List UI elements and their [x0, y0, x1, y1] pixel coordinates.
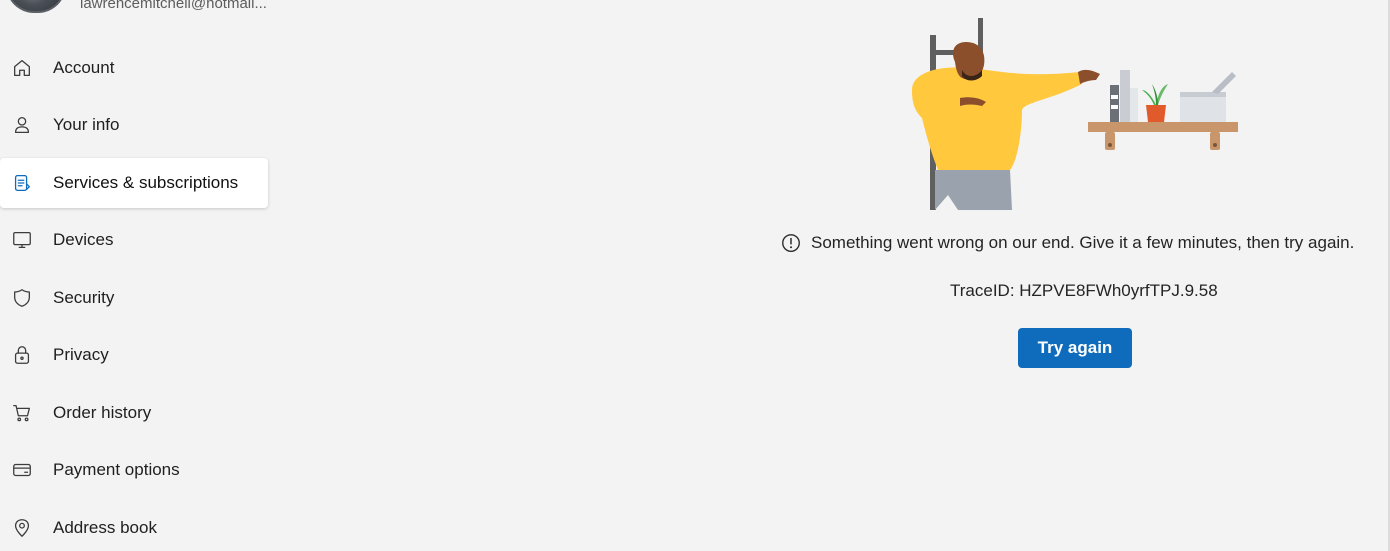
sidebar-item-label: Account: [53, 58, 115, 77]
lock-icon: [10, 343, 34, 367]
sidebar-item-label: Services & subscriptions: [53, 173, 239, 192]
sidebar-item-your-info[interactable]: Your info: [0, 100, 268, 150]
sidebar-item-label: Payment options: [53, 460, 180, 479]
person-illustration: [912, 42, 1100, 210]
avatar[interactable]: [6, 0, 66, 13]
try-again-button[interactable]: Try again: [1018, 328, 1132, 368]
warning-circle-icon: [782, 234, 800, 252]
subscriptions-icon: [10, 171, 34, 195]
main-content: Something went wrong on our end. Give it…: [760, 0, 1390, 551]
sidebar-item-privacy[interactable]: Privacy: [0, 330, 268, 380]
user-header[interactable]: lawrencemitchell@hotmail...: [6, 0, 267, 13]
page: lawrencemitchell@hotmail... Account Your…: [0, 0, 1390, 551]
error-illustration: [912, 18, 1238, 210]
shield-icon: [10, 286, 34, 310]
sidebar-item-order-history[interactable]: Order history: [0, 388, 268, 438]
error-message-row: Something went wrong on our end. Give it…: [780, 232, 1354, 254]
sidebar-item-label: Your info: [53, 115, 120, 134]
sidebar-item-label: Privacy: [53, 345, 109, 364]
home-icon: [10, 56, 34, 80]
cart-icon: [10, 401, 34, 425]
sidebar-item-security[interactable]: Security: [0, 273, 268, 323]
error-message: Something went wrong on our end. Give it…: [811, 233, 1355, 252]
card-icon: [10, 458, 34, 482]
sidebar-item-label: Security: [53, 288, 115, 307]
sidebar-item-address-book[interactable]: Address book: [0, 503, 268, 551]
sidebar-item-devices[interactable]: Devices: [0, 215, 268, 265]
sidebar-item-label: Order history: [53, 403, 152, 422]
shelf-illustration: [1088, 70, 1238, 150]
sidebar-item-services-subscriptions[interactable]: Services & subscriptions: [0, 158, 268, 208]
sidebar-item-payment-options[interactable]: Payment options: [0, 445, 268, 495]
sidebar-item-label: Address book: [53, 518, 157, 537]
sidebar: lawrencemitchell@hotmail... Account Your…: [0, 0, 270, 551]
sidebar-item-label: Devices: [53, 230, 114, 249]
user-email: lawrencemitchell@hotmail...: [80, 0, 267, 12]
person-icon: [10, 113, 34, 137]
location-pin-icon: [10, 516, 34, 540]
monitor-icon: [10, 228, 34, 252]
sidebar-item-account[interactable]: Account: [0, 43, 268, 93]
trace-id: TraceID: HZPVE8FWh0yrfTPJ.9.58: [950, 281, 1218, 300]
